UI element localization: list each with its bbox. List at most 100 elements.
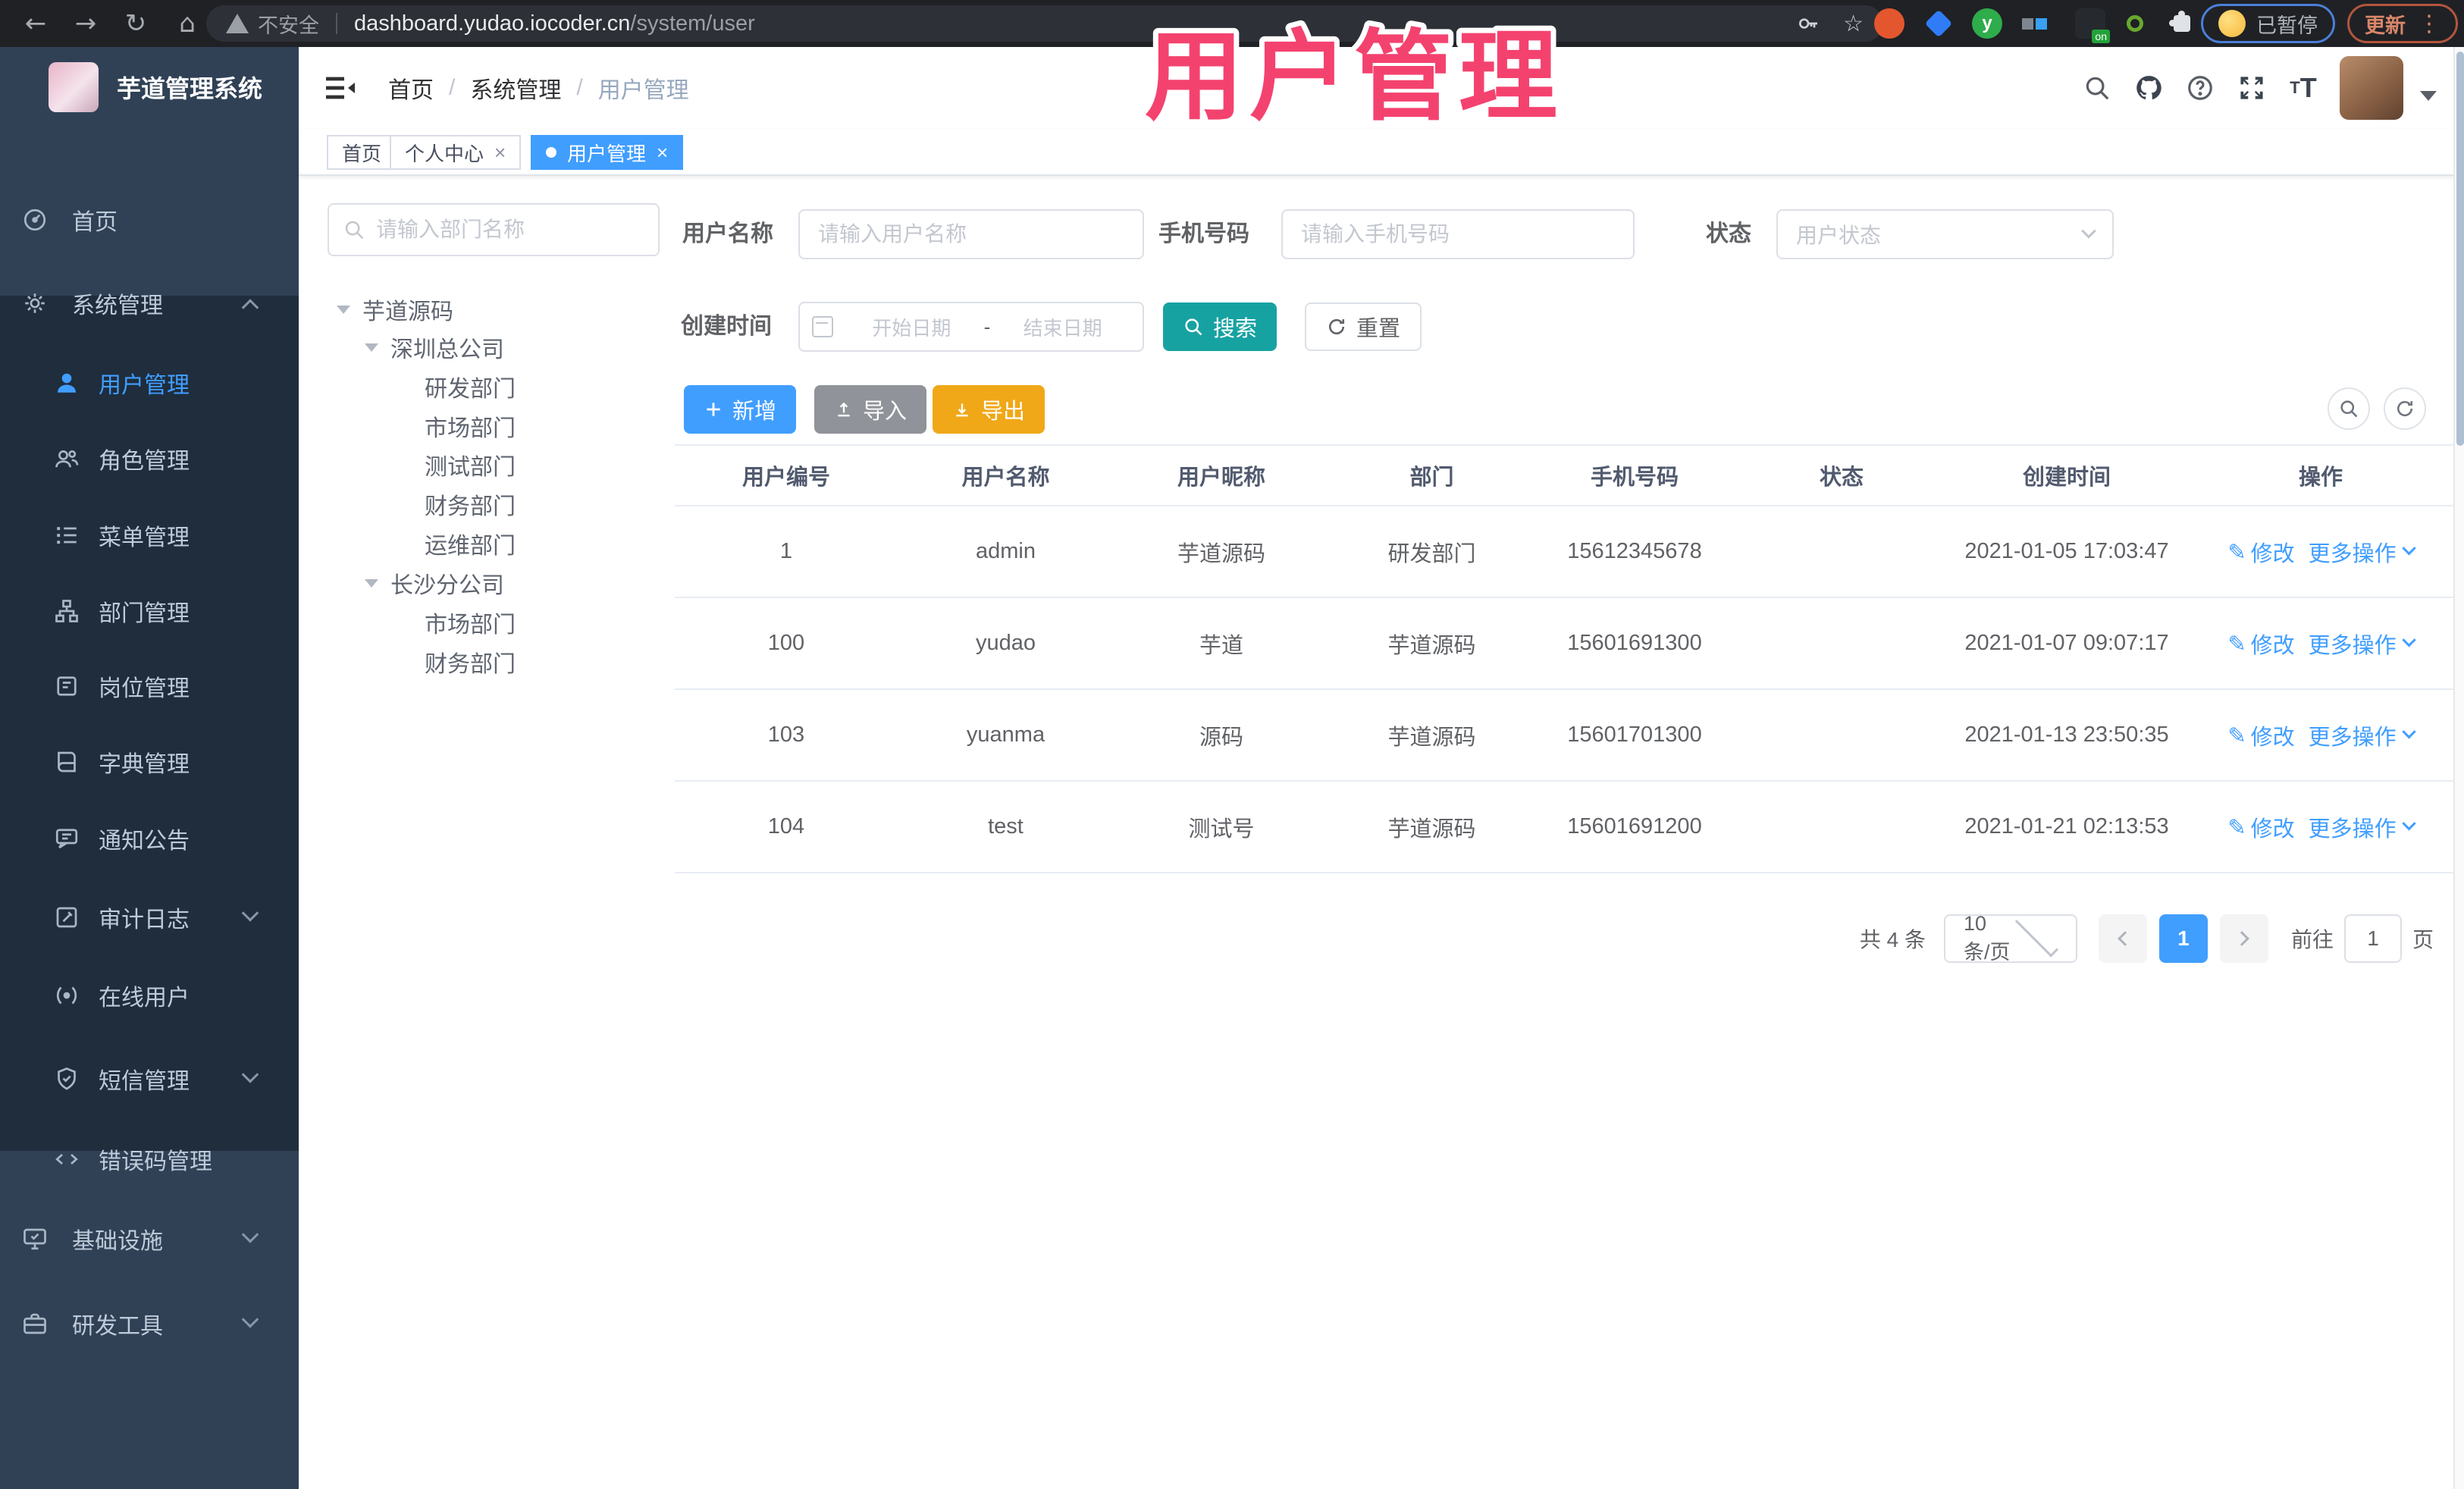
sidebar-item-notices[interactable]: 通知公告 [0,801,299,876]
github-icon[interactable] [2127,67,2170,109]
dept-search-box [328,203,660,256]
reset-button[interactable]: 重置 [1305,303,1422,351]
sidebar-item-dicts[interactable]: 字典管理 [0,724,299,800]
create-time-range-picker[interactable]: 开始日期 - 结束日期 [798,302,1144,352]
passwords-key-icon[interactable] [1796,11,1820,36]
tree-node-dept[interactable]: 财务部门 [425,642,516,682]
status-select[interactable]: 用户状态 [1776,209,2114,259]
prev-page-button[interactable] [2098,914,2147,963]
sidebar-item-home[interactable]: 首页 [0,182,299,258]
dept-search-input[interactable] [376,218,634,242]
extension-icon-gem[interactable] [1923,8,1954,39]
tree-node-root[interactable]: 芋道源码 [337,290,453,329]
chevron-down-icon [241,1311,259,1328]
edit-link[interactable]: ✎ 修改 [2227,719,2294,751]
update-label: 更新 [2365,14,2406,37]
sidebar-collapse-icon[interactable] [321,70,358,106]
tree-node-dept[interactable]: 研发部门 [425,367,516,406]
sidebar-item-sms[interactable]: 短信管理 [0,1041,299,1117]
edit-link[interactable]: ✎ 修改 [2227,811,2294,843]
tree-expand-icon[interactable] [337,305,350,314]
tree-node-dept[interactable]: 运维部门 [425,524,516,563]
more-actions-link[interactable]: 更多操作 [2309,536,2416,568]
window-scrollbar[interactable] [2453,47,2464,1489]
username-input[interactable] [798,209,1144,259]
extension-icon-switch[interactable]: on [2075,8,2110,43]
sidebar-item-depts[interactable]: 部门管理 [0,573,299,649]
chevron-down-icon [241,1226,259,1243]
sidebar-item-label: 短信管理 [99,1069,190,1094]
sidebar-item-roles[interactable]: 角色管理 [0,421,299,497]
more-actions-link[interactable]: 更多操作 [2309,719,2416,751]
browser-reload-icon[interactable]: ↻ [117,5,155,42]
browser-update-button[interactable]: 更新 ⋮ [2347,4,2458,43]
search-button[interactable]: 搜索 [1163,303,1277,351]
bookmark-star-icon[interactable]: ☆ [1843,11,1864,37]
browser-home-icon[interactable]: ⌂ [168,5,206,42]
jump-page-input[interactable] [2343,914,2402,963]
col-mobile: 手机号码 [1590,466,1679,490]
sidebar-item-menus[interactable]: 菜单管理 [0,497,299,573]
current-page-button[interactable]: 1 [2158,914,2208,963]
next-page-button[interactable] [2219,914,2268,963]
extensions-puzzle-icon[interactable] [2167,8,2197,39]
cell-nickname: 源码 [1199,725,1243,750]
tree-node-dept[interactable]: 财务部门 [425,484,516,524]
tab-user-management[interactable]: 用户管理 × [531,135,684,170]
header-search-icon[interactable] [2076,67,2118,109]
edit-link[interactable]: ✎ 修改 [2227,628,2294,660]
sidebar-item-users[interactable]: 用户管理 [0,345,299,421]
sidebar-item-dev-tools[interactable]: 研发工具 [0,1286,299,1362]
sidebar-item-posts[interactable]: 岗位管理 [0,648,299,724]
extension-icon-key-green[interactable] [2120,8,2150,39]
tree-node-dept[interactable]: 市场部门 [425,603,516,642]
export-button[interactable]: 导出 [933,385,1045,434]
sidebar-item-audit-logs[interactable]: 审计日志 [0,879,299,955]
breadcrumb-home[interactable]: 首页 [388,71,434,105]
mobile-input[interactable] [1281,209,1635,259]
refresh-table-button[interactable] [2384,387,2426,430]
extension-icon-green[interactable]: y [1972,8,2002,39]
close-icon[interactable]: × [657,141,668,165]
edit-link[interactable]: ✎ 修改 [2227,536,2294,568]
breadcrumb-current: 用户管理 [597,78,689,103]
fullscreen-icon[interactable] [2230,67,2273,109]
browser-profile-chip[interactable]: 已暂停 [2201,4,2335,43]
extension-icon-squares[interactable] [2019,8,2049,39]
sidebar-item-system[interactable]: 系统管理 [0,265,299,341]
sidebar-item-online-users[interactable]: 在线用户 [0,958,299,1033]
add-button[interactable]: 新增 [684,385,797,434]
tree-node-dept[interactable]: 测试部门 [425,445,516,484]
tree-expand-icon[interactable] [365,578,378,588]
more-actions-link[interactable]: 更多操作 [2309,628,2416,660]
more-actions-link[interactable]: 更多操作 [2309,811,2416,843]
browser-forward-icon[interactable]: → [67,5,105,42]
tab-profile[interactable]: 个人中心 × [390,135,522,170]
tree-node-dept[interactable]: 市场部门 [425,406,516,446]
show-search-toggle-button[interactable] [2328,387,2370,430]
tree-node-branch[interactable]: 长沙分公司 [365,563,504,603]
breadcrumb-separator: / [449,75,456,100]
browser-menu-icon[interactable]: ⋮ [2418,11,2440,37]
breadcrumb-system[interactable]: 系统管理 [470,71,561,105]
security-label[interactable]: 不安全 [258,9,319,39]
cell-mobile: 15612345678 [1567,539,1702,563]
tab-home[interactable]: 首页 [327,135,397,170]
help-icon[interactable] [2179,67,2221,109]
scrollbar-thumb[interactable] [2456,52,2464,446]
avatar-caret-icon[interactable] [2420,91,2437,101]
page-size-select[interactable]: 10条/页 [1943,912,2077,964]
sidebar-item-infrastructure[interactable]: 基础设施 [0,1201,299,1277]
sidebar-item-error-codes[interactable]: 错误码管理 [0,1121,299,1197]
tree-node-company[interactable]: 深圳总公司 [365,328,504,367]
tree-expand-icon[interactable] [365,343,378,352]
app-logo-row[interactable]: 芋道管理系统 [0,62,299,112]
import-button[interactable]: 导入 [814,385,927,434]
close-icon[interactable]: × [494,141,506,165]
extension-icon-orange[interactable] [1874,8,1904,39]
browser-back-icon[interactable]: ← [17,5,55,42]
user-avatar[interactable] [2340,56,2403,120]
font-size-icon[interactable]: TT [2282,67,2324,109]
address-bar[interactable]: 不安全 dashboard.yudao.iocoder.cn/system/us… [206,5,1883,42]
cell-username: yuanma [966,723,1045,747]
